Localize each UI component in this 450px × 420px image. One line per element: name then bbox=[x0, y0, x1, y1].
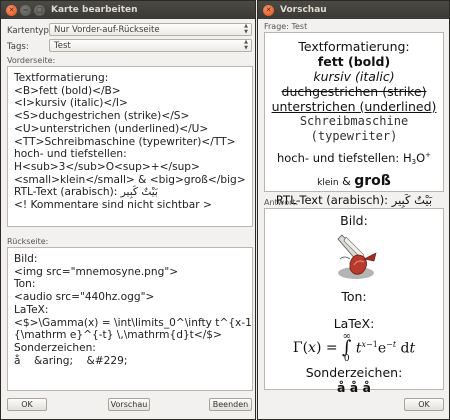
q-mono-2: (typewriter) bbox=[310, 129, 398, 143]
preview-titlebar: ✕ Vorschau bbox=[258, 1, 449, 19]
answer-render: Bild: Ton: LaTeX: Γ(x) = ∞ ∫ 0 tx−1e−t d… bbox=[264, 208, 444, 395]
back-label: Rückseite: bbox=[7, 237, 49, 246]
editor-titlebar: ✕ − □ Karte bearbeiten bbox=[1, 1, 255, 19]
window-title: Karte bearbeiten bbox=[51, 5, 138, 15]
question-label: Frage: Test bbox=[264, 22, 308, 31]
front-textarea[interactable]: Textformatierung: <B>fett (bold)</B> <I>… bbox=[7, 66, 253, 227]
preview-button[interactable]: Vorschau bbox=[108, 398, 150, 411]
edit-card-window: ✕ − □ Karte bearbeiten Kartentyp: Nur Vo… bbox=[0, 0, 256, 420]
back-textarea[interactable]: Bild: <img src="mnemosyne.png"> Ton: <au… bbox=[7, 247, 253, 391]
quit-button[interactable]: Beenden bbox=[209, 398, 252, 411]
a-latex: LaTeX: bbox=[333, 316, 375, 331]
q-underline: unterstrichen (underlined) bbox=[271, 99, 437, 114]
a-bild: Bild: bbox=[340, 213, 368, 228]
window-title: Vorschau bbox=[280, 5, 327, 15]
question-render: Textformatierung: fett (bold) kursiv (it… bbox=[264, 32, 444, 207]
minimize-window-icon[interactable]: − bbox=[20, 4, 31, 16]
q-size: klein & groß bbox=[265, 173, 443, 191]
q-mono-1: Schreibmaschine bbox=[299, 114, 409, 128]
q-subsup: hoch- und tiefstellen: H3O+ bbox=[265, 144, 443, 173]
ok-button[interactable]: OK bbox=[404, 398, 444, 411]
preview-window: ✕ Vorschau Frage: Test Textformatierung:… bbox=[257, 0, 450, 420]
tags-combobox[interactable]: Test ▲ ▼ bbox=[49, 39, 252, 52]
updown-arrows-icon: ▲ ▼ bbox=[244, 39, 248, 51]
integral-symbol: ∞ ∫ 0 bbox=[342, 331, 352, 364]
q-small: klein bbox=[317, 178, 339, 188]
q-italic: kursiv (italic) bbox=[313, 69, 395, 84]
tags-value: Test bbox=[54, 40, 71, 51]
cardtype-value: Nur Vorder-auf-Rückseite bbox=[54, 24, 160, 35]
mnemosyne-image bbox=[337, 234, 377, 279]
close-window-icon[interactable]: ✕ bbox=[6, 4, 17, 16]
q-big: groß bbox=[354, 173, 391, 189]
answer-label: Antwort: bbox=[264, 198, 299, 207]
q-heading: Textformatierung: bbox=[298, 39, 410, 54]
latex-formula: Γ(x) = ∞ ∫ 0 tx−1e−t dt bbox=[292, 331, 416, 364]
a-ton: Ton: bbox=[341, 289, 367, 304]
updown-arrows-icon: ▲ ▼ bbox=[244, 23, 248, 35]
q-o: O bbox=[416, 151, 426, 165]
close-window-icon[interactable]: ✕ bbox=[263, 4, 274, 16]
cardtype-label: Kartentyp: bbox=[7, 26, 52, 36]
maximize-window-icon[interactable]: □ bbox=[34, 4, 45, 16]
q-subsup-text: hoch- und tiefstellen: H bbox=[276, 151, 412, 165]
a-chars: å å å bbox=[336, 380, 371, 395]
window-controls: ✕ bbox=[263, 4, 274, 16]
window-controls: ✕ − □ bbox=[6, 4, 45, 16]
q-sup: + bbox=[425, 151, 431, 159]
ok-button[interactable]: OK bbox=[7, 398, 47, 411]
a-sonder: Sonderzeichen: bbox=[305, 365, 403, 380]
q-strike: duchgestrichen (strike) bbox=[281, 84, 427, 99]
front-label: Vorderseite: bbox=[7, 56, 56, 65]
q-amp: & bbox=[338, 175, 355, 188]
q-bold: fett (bold) bbox=[317, 54, 391, 69]
cardtype-select[interactable]: Nur Vorder-auf-Rückseite ▲ ▼ bbox=[49, 23, 252, 36]
tags-label: Tags: bbox=[7, 42, 29, 52]
